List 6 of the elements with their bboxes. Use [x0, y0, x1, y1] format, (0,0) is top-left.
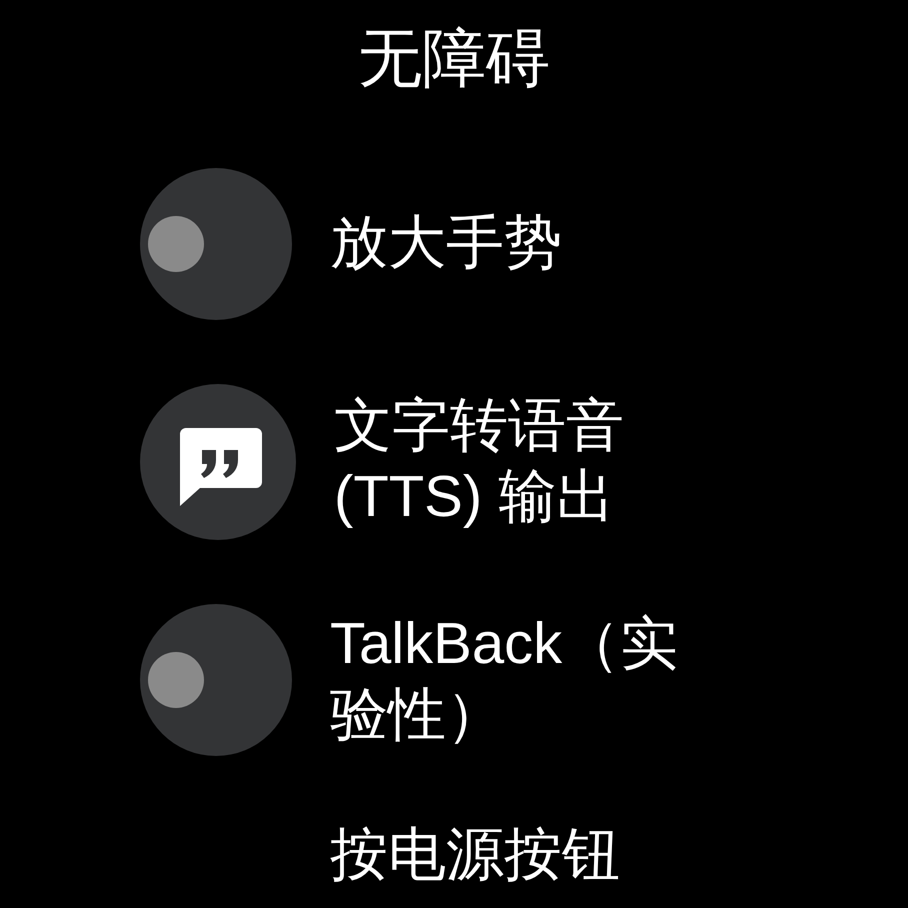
setting-label[interactable]: 放大手势: [330, 208, 562, 279]
setting-label[interactable]: TalkBack（实验性）: [330, 608, 702, 750]
setting-label[interactable]: 按电源按钮: [330, 820, 620, 890]
speech-bubble-icon: [140, 384, 296, 540]
setting-label[interactable]: 文字转语音 (TTS) 输出: [334, 390, 706, 532]
screen-title: 无障碍: [358, 22, 550, 96]
